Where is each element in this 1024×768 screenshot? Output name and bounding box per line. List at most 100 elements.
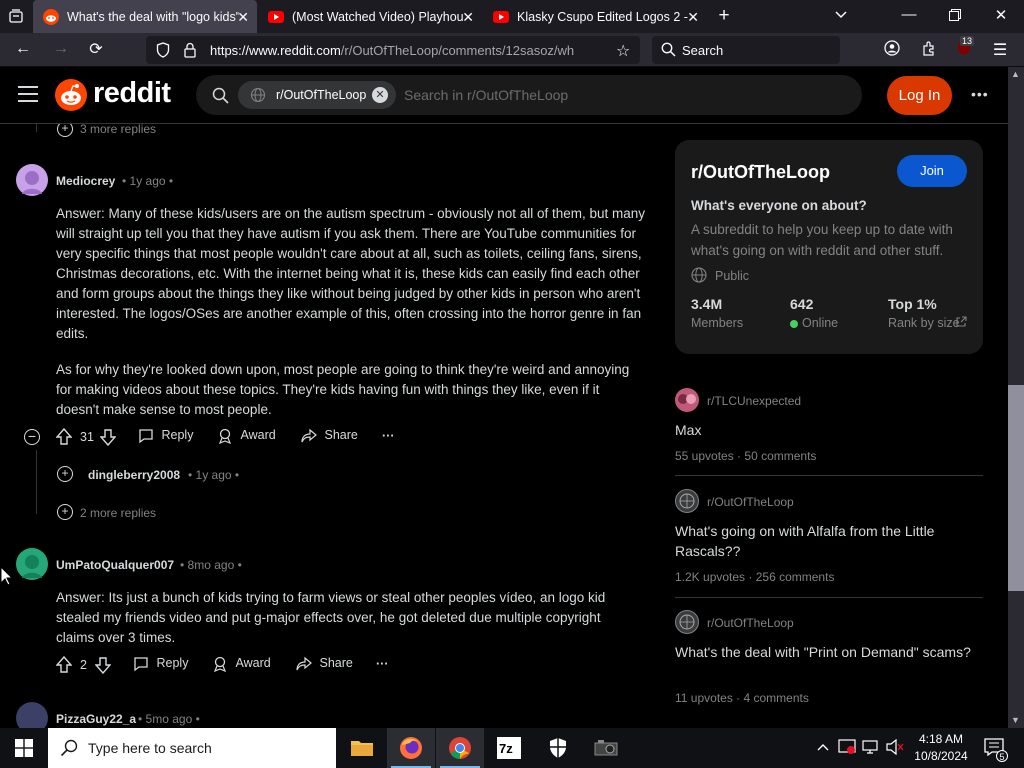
new-tab-icon[interactable]: + — [714, 5, 734, 27]
file-explorer-icon[interactable] — [338, 728, 386, 768]
reddit-header: reddit r/OutOfTheLoop ✕ Search in r/OutO… — [0, 67, 1008, 124]
award-button[interactable]: Award — [217, 428, 276, 445]
reddit-search-bar[interactable]: r/OutOfTheLoop ✕ Search in r/OutOfTheLoo… — [196, 75, 862, 115]
subreddit-name[interactable]: r/OutOfTheLoop — [691, 162, 830, 183]
reload-icon[interactable]: ⟳ — [86, 39, 106, 59]
related-post[interactable]: r/OutOfTheLoop What's the deal with "Pri… — [675, 610, 983, 710]
comment-actions: 2 Reply Award Share ··· — [0, 654, 660, 678]
share-button[interactable]: Share — [296, 656, 353, 672]
upvote-icon[interactable] — [55, 427, 73, 449]
related-post-subreddit[interactable]: r/TLCUnexpected — [707, 394, 801, 408]
hamburger-menu-icon[interactable]: ☰ — [990, 40, 1010, 60]
browser-tab-bar: What's the deal with "logo kids" ✕ (Most… — [0, 0, 1024, 33]
lock-icon[interactable] — [184, 42, 196, 63]
chrome-icon[interactable] — [436, 728, 484, 768]
account-icon[interactable] — [882, 40, 902, 61]
divider — [675, 475, 983, 476]
downvote-icon[interactable] — [94, 656, 112, 677]
login-button[interactable]: Log In — [887, 76, 952, 115]
close-tab-icon[interactable]: ✕ — [237, 9, 249, 26]
join-button[interactable]: Join — [897, 155, 967, 187]
more-replies-link[interactable]: 3 more replies — [80, 124, 156, 136]
shield-icon[interactable] — [156, 42, 170, 63]
search-scope-chip[interactable]: r/OutOfTheLoop ✕ — [238, 81, 396, 109]
thread-line — [36, 450, 37, 514]
network-icon[interactable] — [862, 739, 880, 760]
comment-more-icon[interactable]: ··· — [376, 657, 389, 671]
scroll-down-icon[interactable]: ▼ — [1011, 715, 1020, 725]
award-button[interactable]: Award — [212, 656, 271, 673]
avatar[interactable] — [16, 548, 48, 580]
expand-comment-icon[interactable]: + — [57, 466, 73, 482]
more-options-icon[interactable]: ••• — [971, 86, 989, 102]
related-post[interactable]: r/OutOfTheLoop What's going on with Alfa… — [675, 489, 983, 589]
comment-author[interactable]: Mediocrey — [56, 174, 115, 188]
bookmark-star-icon[interactable]: ☆ — [616, 41, 630, 61]
notification-count: 5 — [996, 750, 1008, 762]
restore-icon[interactable] — [945, 8, 965, 25]
browser-tab[interactable]: Klasky Csupo Edited Logos 2 - Yo ✕ — [483, 0, 707, 33]
minimize-icon[interactable]: — — [899, 6, 919, 23]
system-clock[interactable]: 4:18 AM 10/8/2024 — [910, 731, 972, 765]
expand-replies-icon[interactable]: + — [57, 504, 73, 520]
clear-scope-icon[interactable]: ✕ — [372, 87, 388, 103]
tab-title: What's the deal with "logo kids" — [67, 9, 239, 24]
more-replies-link[interactable]: 2 more replies — [80, 506, 156, 520]
chevron-up-icon[interactable] — [816, 740, 830, 759]
related-post-subreddit[interactable]: r/OutOfTheLoop — [707, 495, 794, 509]
related-post[interactable]: r/TLCUnexpected Max 55 upvotes · 50 comm… — [675, 388, 983, 468]
windows-security-icon[interactable] — [534, 728, 582, 768]
tab-overview-icon[interactable] — [8, 8, 24, 24]
browser-tab[interactable]: (Most Watched Video) Playhous ✕ — [258, 0, 482, 33]
share-button[interactable]: Share — [301, 428, 358, 444]
expand-replies-icon[interactable]: + — [57, 124, 73, 137]
comment-more-icon[interactable]: ··· — [382, 429, 395, 443]
reply-button[interactable]: Reply — [133, 656, 188, 672]
upvote-icon[interactable] — [55, 655, 73, 677]
related-post-title[interactable]: Max — [675, 420, 975, 440]
close-tab-icon[interactable]: ✕ — [687, 9, 699, 26]
related-post-title[interactable]: What's going on with Alfalfa from the Li… — [675, 521, 975, 561]
avatar[interactable] — [16, 702, 48, 728]
rank-label[interactable]: Rank by size — [888, 316, 960, 330]
browser-tab-active[interactable]: What's the deal with "logo kids" ✕ — [33, 0, 257, 33]
list-tabs-icon[interactable] — [831, 7, 851, 25]
avatar[interactable] — [16, 164, 48, 196]
app-icon[interactable] — [583, 728, 631, 768]
reply-age: • 1y ago • — [188, 468, 240, 482]
related-post-upvotes: 11 upvotes — [675, 691, 733, 705]
back-icon[interactable]: ← — [13, 40, 33, 58]
close-tab-icon[interactable]: ✕ — [462, 9, 474, 26]
collapse-icon[interactable]: − — [24, 429, 40, 445]
downvote-icon[interactable] — [99, 428, 117, 449]
windows-start-icon[interactable] — [0, 728, 48, 768]
related-post-title[interactable]: What's the deal with "Print on Demand" s… — [675, 642, 975, 662]
tray-app-icon[interactable] — [838, 739, 856, 760]
menu-icon[interactable] — [18, 85, 38, 108]
url-bar[interactable]: https://www.reddit.com/r/OutOfTheLoop/co… — [146, 36, 640, 64]
browser-search-box[interactable]: Search — [652, 36, 840, 64]
url-text: https://www.reddit.com/r/OutOfTheLoop/co… — [210, 43, 610, 58]
related-post-subreddit[interactable]: r/OutOfTheLoop — [707, 616, 794, 630]
volume-muted-icon[interactable] — [886, 738, 904, 760]
comment-author[interactable]: UmPatoQualquer007 — [56, 558, 174, 572]
scrollbar-thumb[interactable] — [1008, 385, 1024, 591]
firefox-icon[interactable] — [387, 728, 435, 768]
share-icon — [296, 656, 312, 671]
reply-author[interactable]: dingleberry2008 — [88, 468, 180, 482]
members-label: Members — [691, 316, 744, 330]
tab-title: (Most Watched Video) Playhous — [292, 9, 464, 24]
related-post-meta: 11 upvotes · 4 comments — [675, 691, 809, 705]
reddit-wordmark[interactable]: reddit — [93, 77, 171, 110]
comment-author[interactable]: PizzaGuy22_a — [56, 712, 136, 726]
scroll-up-icon[interactable]: ▲ — [1011, 69, 1020, 79]
7zip-icon[interactable]: 7z — [485, 728, 533, 768]
taskbar-search[interactable]: Type here to search — [48, 728, 336, 768]
external-link-icon[interactable] — [955, 315, 967, 333]
comment-age-text: 1y ago — [129, 174, 166, 188]
reddit-logo-icon[interactable] — [55, 79, 87, 116]
reply-button[interactable]: Reply — [138, 428, 193, 444]
forward-icon[interactable]: → — [51, 40, 71, 58]
close-window-icon[interactable]: ✕ — [991, 6, 1011, 24]
extensions-icon[interactable] — [919, 40, 939, 61]
